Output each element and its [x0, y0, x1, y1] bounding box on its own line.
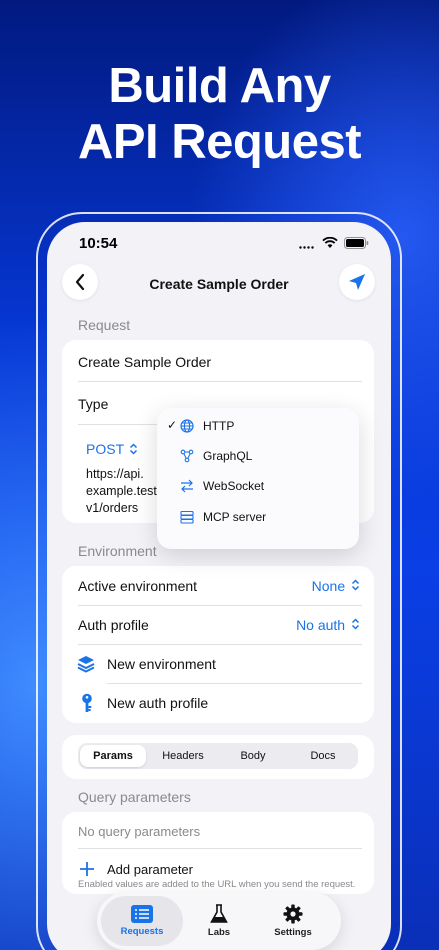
signal-icon [299, 245, 314, 249]
headline-line-2: API Request [77, 115, 362, 169]
chevron-updown-icon [351, 618, 360, 630]
tab-labs[interactable]: Labs [183, 892, 255, 950]
auth-profile-label: Auth profile [78, 617, 149, 633]
status-bar: 10:54 [47, 222, 391, 266]
tab-label: Settings [274, 927, 312, 938]
menu-item-graphql[interactable]: GraphQL [157, 442, 359, 472]
new-auth-profile-button[interactable]: New auth profile [62, 683, 374, 723]
headline-line-1: Build Any [108, 59, 331, 113]
url-line: https://api. [86, 467, 144, 481]
request-section-title: Request [78, 317, 131, 333]
tab-requests[interactable]: Requests [101, 896, 183, 946]
chevron-updown-icon [351, 579, 360, 591]
type-label: Type [78, 396, 109, 412]
request-name-field[interactable]: Create Sample Order [62, 342, 374, 382]
segmented-control: Params Headers Body Docs [78, 743, 358, 769]
send-button[interactable] [339, 264, 375, 300]
menu-item-websocket[interactable]: WebSocket [157, 472, 359, 502]
segment-body[interactable]: Body [220, 743, 286, 769]
server-icon [180, 510, 194, 524]
url-line: example.test/ [86, 484, 161, 498]
divider [78, 381, 362, 382]
menu-item-label: WebSocket [203, 479, 265, 493]
environment-section-title: Environment [78, 543, 157, 559]
segment-docs[interactable]: Docs [290, 743, 356, 769]
chevron-updown-icon [130, 443, 138, 455]
tab-label: Requests [120, 926, 164, 937]
send-icon [349, 274, 365, 290]
plus-icon [80, 862, 94, 876]
url-field[interactable]: https://api. example.test/ v1/orders [86, 466, 160, 517]
menu-item-label: HTTP [203, 419, 235, 433]
tab-label: Labs [207, 927, 231, 938]
new-environment-label: New environment [107, 656, 216, 672]
active-environment-label: Active environment [78, 578, 198, 594]
status-time: 10:54 [79, 235, 118, 252]
add-parameter-label: Add parameter [107, 862, 193, 877]
phone-screen: 10:54 Create Sample Order Request Create… [47, 222, 391, 950]
auth-profile-value: No auth [296, 617, 346, 633]
query-footnote: Enabled values are added to the URL when… [78, 879, 356, 890]
list-icon [131, 905, 153, 923]
tab-bar: Requests Labs Settings [97, 892, 341, 950]
empty-query-row: No query parameters [62, 812, 374, 852]
checkmark-icon: ✓ [167, 418, 178, 432]
request-name-value: Create Sample Order [78, 354, 212, 370]
active-environment-value: None [311, 578, 346, 594]
query-section-title: Query parameters [78, 789, 191, 805]
new-environment-button[interactable]: New environment [62, 644, 374, 684]
new-auth-profile-label: New auth profile [107, 695, 209, 711]
method-value: POST [86, 441, 125, 457]
key-icon [82, 693, 92, 712]
method-picker[interactable]: POST [86, 441, 138, 457]
menu-item-http[interactable]: ✓ HTTP [157, 412, 359, 442]
menu-item-mcp-server[interactable]: MCP server [157, 503, 359, 533]
globe-icon [180, 419, 194, 433]
graph-icon [180, 449, 194, 463]
empty-query-text: No query parameters [78, 824, 201, 839]
layers-icon [77, 656, 95, 673]
battery-icon [344, 237, 369, 249]
auth-profile-row[interactable]: Auth profile No auth [62, 605, 374, 645]
menu-item-label: GraphQL [203, 449, 253, 463]
segment-params[interactable]: Params [80, 745, 146, 767]
environment-card: Active environment None Auth profile No … [62, 566, 374, 723]
type-dropdown-menu: ✓ HTTP GraphQL WebSocket MCP server [157, 408, 359, 549]
gear-icon [283, 904, 303, 924]
segmented-control-card: Params Headers Body Docs [62, 735, 374, 779]
tab-settings[interactable]: Settings [257, 892, 329, 950]
url-line: v1/orders [86, 501, 139, 515]
wifi-icon [322, 237, 338, 248]
menu-item-label: MCP server [203, 510, 267, 524]
segment-headers[interactable]: Headers [150, 743, 216, 769]
active-environment-row[interactable]: Active environment None [62, 566, 374, 606]
arrows-icon [181, 479, 193, 493]
nav-bar: Create Sample Order [47, 264, 391, 304]
flask-icon [210, 904, 228, 923]
